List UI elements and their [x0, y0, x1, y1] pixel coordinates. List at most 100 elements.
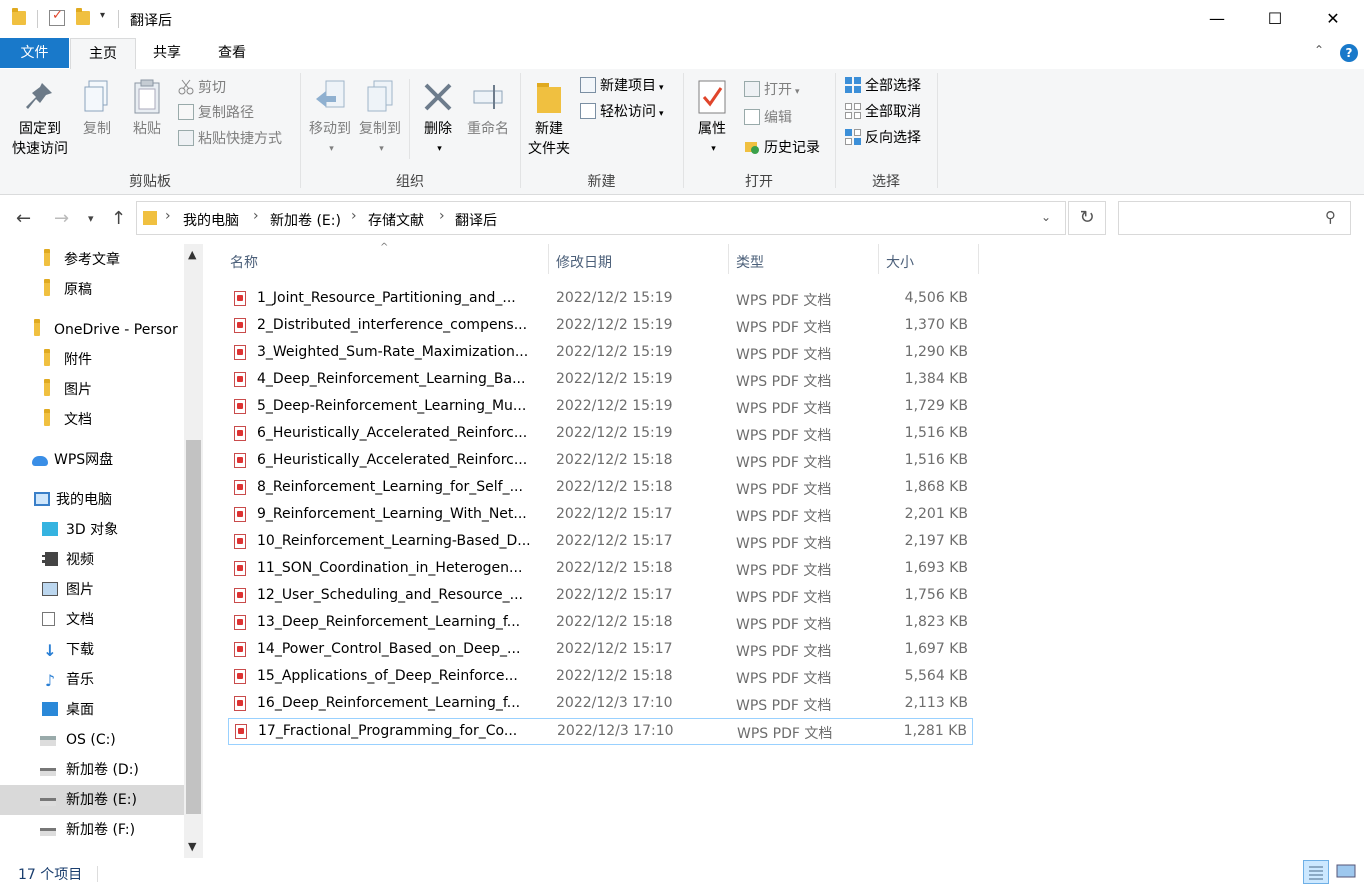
- chevron-right-icon[interactable]: ›: [351, 208, 357, 224]
- cut-button[interactable]: 剪切: [178, 77, 226, 99]
- copy-path-button[interactable]: 复制路径: [178, 102, 254, 124]
- pin-label-1: 固定到: [19, 121, 61, 137]
- file-row[interactable]: 15_Applications_of_Deep_Reinforce... 2022…: [228, 664, 973, 691]
- nav-item[interactable]: 图片: [42, 575, 94, 605]
- nav-item[interactable]: 桌面: [42, 695, 94, 725]
- breadcrumb-item[interactable]: 新加卷 (E:): [270, 210, 341, 230]
- chevron-right-icon[interactable]: ›: [439, 208, 445, 224]
- nav-item[interactable]: 附件: [44, 345, 92, 375]
- divider[interactable]: [878, 244, 879, 274]
- breadcrumb-item[interactable]: 翻译后: [455, 210, 497, 230]
- column-header-type[interactable]: 类型: [736, 252, 764, 272]
- move-to-button[interactable]: 移动到 ▾: [306, 79, 354, 159]
- file-row[interactable]: 5_Deep-Reinforcement_Learning_Mu... 2022/…: [228, 394, 973, 421]
- invert-selection-button[interactable]: 反向选择: [845, 127, 921, 149]
- select-all-button[interactable]: 全部选择: [845, 75, 921, 97]
- scroll-up-icon[interactable]: ▲: [188, 248, 196, 261]
- refresh-button[interactable]: ↻: [1068, 201, 1106, 235]
- clipboard-icon: [131, 79, 163, 115]
- properties-check-icon[interactable]: ✓: [49, 8, 65, 26]
- file-row[interactable]: 9_Reinforcement_Learning_With_Net... 2022…: [228, 502, 973, 529]
- nav-item[interactable]: 文档: [44, 405, 92, 435]
- delete-button[interactable]: 删除 ▾: [416, 79, 460, 159]
- nav-item-selected[interactable]: 新加卷 (E:): [0, 785, 184, 815]
- new-folder-button[interactable]: 新建 文件夹: [524, 79, 574, 159]
- breadcrumb-item[interactable]: 我的电脑: [183, 210, 239, 230]
- file-row[interactable]: 17_Fractional_Programming_for_Co... 2022/…: [228, 718, 973, 745]
- file-row[interactable]: 13_Deep_Reinforcement_Learning_f... 2022/…: [228, 610, 973, 637]
- nav-item[interactable]: 新加卷 (F:): [40, 815, 135, 845]
- tab-view[interactable]: 查看: [200, 38, 264, 68]
- scroll-down-icon[interactable]: ▼: [188, 840, 196, 853]
- nav-item[interactable]: 参考文章: [44, 245, 120, 275]
- forward-arrow-icon[interactable]: →: [54, 208, 69, 229]
- paste-shortcut-button[interactable]: 粘贴快捷方式: [178, 128, 282, 150]
- file-row[interactable]: 1_Joint_Resource_Partitioning_and_... 202…: [228, 286, 973, 313]
- tab-file[interactable]: 文件: [0, 38, 69, 68]
- file-row[interactable]: 2_Distributed_interference_compens... 202…: [228, 313, 973, 340]
- chevron-down-icon[interactable]: ⌄: [1041, 210, 1051, 224]
- search-input[interactable]: ⚲: [1118, 201, 1351, 235]
- nav-item[interactable]: ↓ 下载: [42, 635, 94, 665]
- breadcrumb-item[interactable]: 存储文献: [368, 210, 424, 230]
- file-row[interactable]: 10_Reinforcement_Learning-Based_D... 2022…: [228, 529, 973, 556]
- file-row[interactable]: 6_Heuristically_Accelerated_Reinforc... 2…: [228, 421, 973, 448]
- minimize-button[interactable]: —: [1188, 0, 1246, 38]
- file-row[interactable]: 3_Weighted_Sum-Rate_Maximization... 2022/…: [228, 340, 973, 367]
- recent-locations-chevron-icon[interactable]: ▾: [88, 212, 94, 225]
- file-row[interactable]: 6_Heuristically_Accelerated_Reinforc... 2…: [228, 448, 973, 475]
- help-icon[interactable]: ?: [1340, 44, 1358, 62]
- nav-item[interactable]: 新加卷 (D:): [40, 755, 139, 785]
- divider[interactable]: [978, 244, 979, 274]
- divider[interactable]: [548, 244, 549, 274]
- nav-item[interactable]: OS (C:): [40, 725, 116, 755]
- nav-item[interactable]: ♪ 音乐: [42, 665, 94, 695]
- copy-to-button[interactable]: 复制到 ▾: [356, 79, 404, 159]
- copy-button[interactable]: 复制: [76, 79, 118, 139]
- nav-item[interactable]: 原稿: [44, 275, 92, 305]
- file-row[interactable]: 14_Power_Control_Based_on_Deep_... 2022/1…: [228, 637, 973, 664]
- chevron-right-icon[interactable]: ›: [165, 208, 171, 224]
- nav-item[interactable]: 我的电脑: [34, 485, 112, 515]
- chevron-right-icon[interactable]: ›: [253, 208, 259, 224]
- easy-access-button[interactable]: 轻松访问 ▾: [580, 101, 664, 123]
- file-row[interactable]: 8_Reinforcement_Learning_for_Self_... 202…: [228, 475, 973, 502]
- back-arrow-icon[interactable]: ←: [16, 208, 31, 229]
- nav-item[interactable]: 视频: [42, 545, 94, 575]
- tab-share[interactable]: 共享: [136, 38, 198, 68]
- history-button[interactable]: 历史记录: [744, 137, 820, 159]
- large-icons-view-button[interactable]: [1333, 860, 1359, 884]
- column-header-name[interactable]: 名称: [230, 252, 258, 272]
- maximize-button[interactable]: ☐: [1246, 0, 1304, 38]
- file-type: WPS PDF 文档: [736, 617, 832, 633]
- new-item-button[interactable]: 新建项目 ▾: [580, 75, 664, 97]
- chevron-down-icon[interactable]: ▾: [100, 10, 105, 21]
- file-row[interactable]: 4_Deep_Reinforcement_Learning_Ba... 2022/…: [228, 367, 973, 394]
- nav-item[interactable]: 3D 对象: [42, 515, 118, 545]
- rename-button[interactable]: 重命名: [462, 79, 514, 139]
- divider[interactable]: [728, 244, 729, 274]
- details-view-button[interactable]: [1303, 860, 1329, 884]
- nav-item[interactable]: OneDrive - Persor: [34, 315, 184, 345]
- nav-item[interactable]: 图片: [44, 375, 92, 405]
- column-header-date[interactable]: 修改日期: [556, 252, 612, 272]
- file-row[interactable]: 11_SON_Coordination_in_Heterogen... 2022/…: [228, 556, 973, 583]
- address-bar[interactable]: › 我的电脑 › 新加卷 (E:) › 存储文献 › 翻译后 ⌄: [136, 201, 1066, 235]
- paste-button[interactable]: 粘贴: [124, 79, 170, 139]
- new-folder-icon[interactable]: [76, 8, 90, 25]
- edit-button[interactable]: 编辑: [744, 107, 792, 129]
- select-none-button[interactable]: 全部取消: [845, 101, 921, 123]
- column-header-size[interactable]: 大小: [886, 252, 914, 272]
- up-arrow-icon[interactable]: ↑: [111, 208, 126, 229]
- close-button[interactable]: ✕: [1304, 0, 1362, 38]
- tab-home[interactable]: 主页: [70, 38, 136, 70]
- file-row[interactable]: 12_User_Scheduling_and_Resource_... 2022/…: [228, 583, 973, 610]
- open-button[interactable]: 打开 ▾: [744, 79, 800, 101]
- nav-item[interactable]: WPS网盘: [32, 445, 113, 475]
- file-row[interactable]: 16_Deep_Reinforcement_Learning_f... 2022/…: [228, 691, 973, 718]
- nav-scrollbar-thumb[interactable]: [186, 440, 201, 814]
- pin-quick-access-button[interactable]: 固定到 快速访问: [6, 79, 74, 159]
- collapse-ribbon-icon[interactable]: ⌃: [1314, 43, 1324, 57]
- properties-button[interactable]: 属性 ▾: [690, 79, 734, 159]
- nav-item[interactable]: 文档: [42, 605, 94, 635]
